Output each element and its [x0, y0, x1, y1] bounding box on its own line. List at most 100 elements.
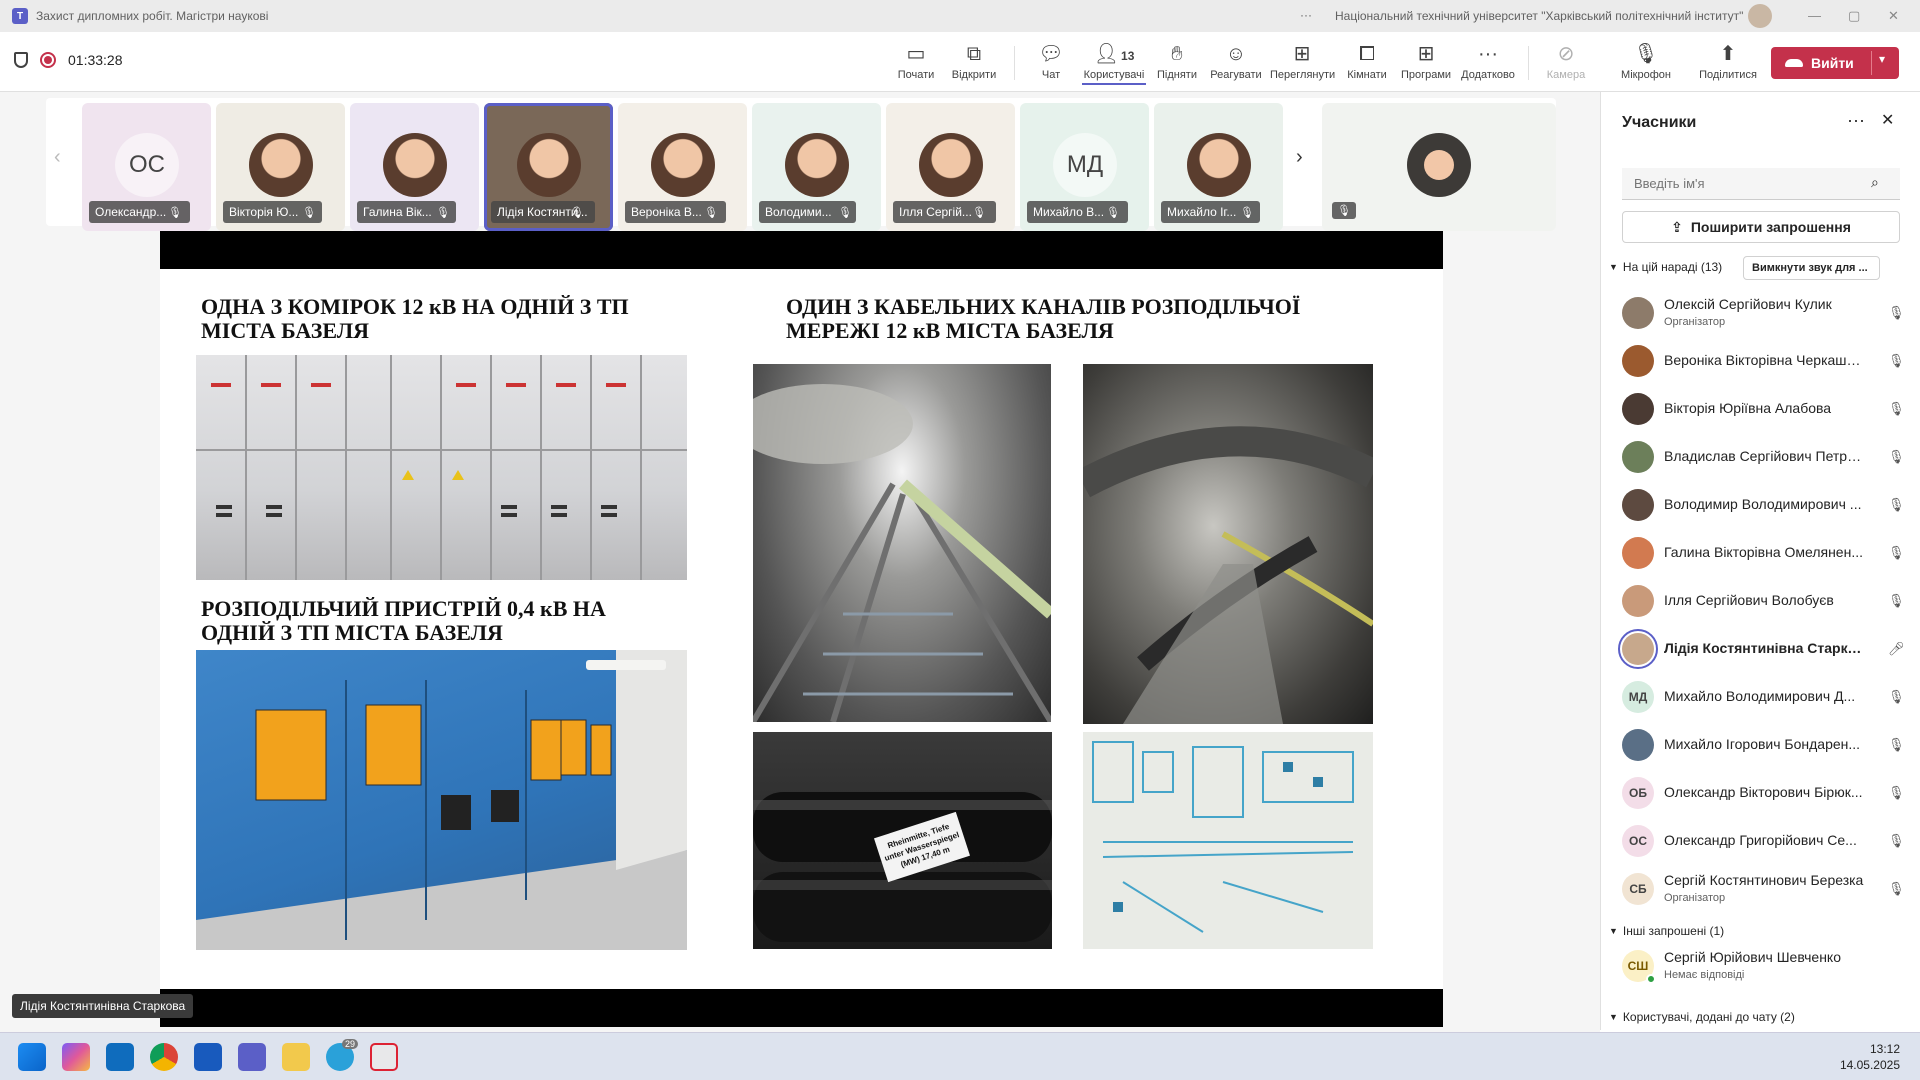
react-button[interactable]: ☺ Реагувати: [1204, 42, 1268, 81]
participant-row[interactable]: Галина Вікторівна Омелянен... 🎙︎: [1622, 531, 1912, 575]
profile-avatar[interactable]: [1748, 4, 1772, 28]
word-icon[interactable]: [194, 1043, 222, 1071]
participant-tile[interactable]: ОС Олександр... 🎙︎: [82, 103, 211, 231]
participant-name: Олексій Сергійович Кулик: [1664, 296, 1832, 312]
snipping-tool-icon[interactable]: [370, 1043, 398, 1071]
participant-name: Михайло Володимирович Д...: [1664, 688, 1856, 704]
chevron-right-icon[interactable]: ›: [1296, 146, 1303, 169]
microphone-button[interactable]: 🎙︎ Мікрофон: [1614, 42, 1678, 81]
chat-icon: 💬︎: [1038, 43, 1064, 65]
apps-button[interactable]: ⊞ Програми: [1394, 42, 1458, 81]
status-dot-icon: [1646, 974, 1656, 984]
participant-row[interactable]: МД Михайло Володимирович Д... 🎙︎: [1622, 675, 1912, 719]
chevron-down-icon: ▼: [1609, 262, 1618, 272]
participant-tile[interactable]: Вероніка В... 🎙︎: [618, 103, 747, 231]
mic-off-icon[interactable]: 🎙︎: [1888, 449, 1905, 465]
open-button[interactable]: ⧉ Відкрити: [942, 42, 1006, 81]
leave-button[interactable]: Вийти ▾: [1771, 47, 1899, 79]
avatar: [1622, 729, 1654, 761]
participant-row[interactable]: ОС Олександр Григорійович Се... 🎙︎: [1622, 819, 1912, 863]
participant-tile[interactable]: МД Михайло В... 🎙︎: [1020, 103, 1149, 231]
participant-row[interactable]: Владислав Сергійович Петренко 🎙︎: [1622, 435, 1912, 479]
view-button[interactable]: ⊞ Переглянути: [1270, 42, 1335, 81]
grid-icon: ⊞: [1293, 43, 1311, 65]
minimize-icon[interactable]: —: [1808, 8, 1821, 23]
self-tile[interactable]: 🎙︎: [1322, 103, 1556, 231]
mic-off-icon[interactable]: 🎙︎: [1888, 881, 1905, 897]
chat-button[interactable]: 💬︎ Чат: [1019, 42, 1083, 81]
participant-row[interactable]: Вероніка Вікторівна Черкашина 🎙︎: [1622, 339, 1912, 383]
slide-heading-cell: ОДНА З КОМІРОК 12 кВ НА ОДНІЙ З ТП МІСТА…: [201, 294, 629, 343]
participant-tile[interactable]: Галина Вік... 🎙︎: [350, 103, 479, 231]
participant-tile[interactable]: Вікторія Ю... 🎙︎: [216, 103, 345, 231]
more-button[interactable]: ··· Додатково: [1456, 42, 1520, 81]
participant-tile[interactable]: Лідія Костянти... 🎙︎: [484, 103, 613, 231]
participant-row[interactable]: Ілля Сергійович Волобуєв 🎙︎: [1622, 579, 1912, 623]
raise-hand-button[interactable]: ✋︎ Підняти: [1145, 42, 1209, 81]
more-icon[interactable]: ···: [1300, 8, 1312, 22]
mic-off-icon[interactable]: 🎙︎: [1888, 545, 1905, 561]
shared-slide: ОДНА З КОМІРОК 12 кВ НА ОДНІЙ З ТП МІСТА…: [160, 269, 1443, 989]
teams-icon[interactable]: [238, 1043, 266, 1071]
participant-name: Ілля Сергійович Волобуєв: [1664, 592, 1834, 608]
outlook-icon[interactable]: [106, 1043, 134, 1071]
search-icon[interactable]: ⌕: [1871, 174, 1879, 191]
more-icon[interactable]: ···: [1847, 110, 1865, 131]
rooms-icon: ⧠: [1359, 43, 1375, 65]
avatar: [1622, 393, 1654, 425]
avatar: [1187, 133, 1251, 197]
participant-tile[interactable]: Ілля Сергій... 🎙︎: [886, 103, 1015, 231]
mic-off-icon[interactable]: 🎙︎: [1888, 593, 1905, 609]
close-icon[interactable]: ✕: [1881, 110, 1894, 130]
mute-all-button[interactable]: Вимкнути звук для ...: [1743, 256, 1880, 280]
meeting-status: 01:33:28: [14, 52, 123, 68]
participant-name: Вікторія Юріївна Алабова: [1664, 400, 1832, 416]
file-explorer-icon[interactable]: [282, 1043, 310, 1071]
participant-row[interactable]: Лідія Костянтинівна Старкова 🎤︎: [1618, 627, 1912, 671]
invited-row[interactable]: СШ Сергій Юрійович Шевченко Немає відпов…: [1622, 944, 1912, 988]
chevron-down-icon[interactable]: ▾: [1879, 52, 1885, 66]
mic-off-icon[interactable]: 🎙︎: [1888, 353, 1905, 369]
mic-off-icon: 🎙︎: [1106, 207, 1120, 219]
share-button[interactable]: ⬆ Поділитися: [1696, 42, 1760, 81]
avatar: ОБ: [1622, 777, 1654, 809]
share-invite-button[interactable]: ⇪ Поширити запрошення: [1622, 211, 1900, 243]
mic-off-icon[interactable]: 🎙︎: [1888, 401, 1905, 417]
chrome-icon[interactable]: [150, 1043, 178, 1071]
section-added-to-chat[interactable]: ▼ Користувачі, додані до чату (2): [1609, 1010, 1795, 1024]
start-button[interactable]: ▭ Почати: [884, 42, 948, 81]
clock[interactable]: 13:12 14.05.2025: [1840, 1041, 1900, 1073]
mic-on-icon[interactable]: 🎤︎: [1888, 641, 1905, 657]
maximize-icon[interactable]: ▢: [1848, 8, 1860, 24]
participant-row[interactable]: Вікторія Юріївна Алабова 🎙︎: [1622, 387, 1912, 431]
mic-off-icon[interactable]: 🎙︎: [1888, 785, 1905, 801]
ellipsis-icon: ···: [1478, 43, 1498, 65]
avatar: [517, 133, 581, 197]
smiley-icon: ☺: [1225, 43, 1247, 65]
copilot-icon[interactable]: [62, 1043, 90, 1071]
shield-icon: [14, 52, 28, 68]
participant-row[interactable]: СБ Сергій Костянтинович Березка Організато…: [1622, 867, 1912, 911]
chevron-left-icon[interactable]: ‹: [54, 146, 61, 169]
participant-tile[interactable]: Володими... 🎙︎: [752, 103, 881, 231]
mic-off-icon[interactable]: 🎙︎: [1888, 737, 1905, 753]
camera-button[interactable]: ⊘ Камера: [1534, 42, 1598, 81]
participant-row[interactable]: Володимир Володимирович ... 🎙︎: [1622, 483, 1912, 527]
participant-tile[interactable]: Михайло Іг... 🎙︎: [1154, 103, 1283, 231]
close-window-icon[interactable]: ✕: [1888, 8, 1899, 24]
windows-start-icon[interactable]: [18, 1043, 46, 1071]
mic-off-icon[interactable]: 🎙︎: [1888, 497, 1905, 513]
mic-off-icon[interactable]: 🎙︎: [1888, 689, 1905, 705]
meeting-timer: 01:33:28: [68, 52, 123, 68]
mic-off-icon: 🎙︎: [1332, 202, 1356, 219]
participant-row[interactable]: Олексій Сергійович Кулик Організатор 🎙︎: [1622, 291, 1912, 335]
section-other-invited[interactable]: ▼ Інші запрошені (1): [1609, 924, 1724, 938]
mic-off-icon[interactable]: 🎙︎: [1888, 833, 1905, 849]
people-button[interactable]: 👤︎ 13 Користувачі: [1082, 42, 1146, 85]
mic-off-icon[interactable]: 🎙︎: [1888, 305, 1905, 321]
search-input[interactable]: [1622, 168, 1900, 200]
rooms-button[interactable]: ⧠ Кімнати: [1335, 42, 1399, 81]
participant-row[interactable]: Михайло Ігорович Бондарен... 🎙︎: [1622, 723, 1912, 767]
participant-row[interactable]: ОБ Олександр Вікторович Бірюк... 🎙︎: [1622, 771, 1912, 815]
section-in-meeting[interactable]: ▼ На цій нараді (13): [1609, 260, 1722, 274]
